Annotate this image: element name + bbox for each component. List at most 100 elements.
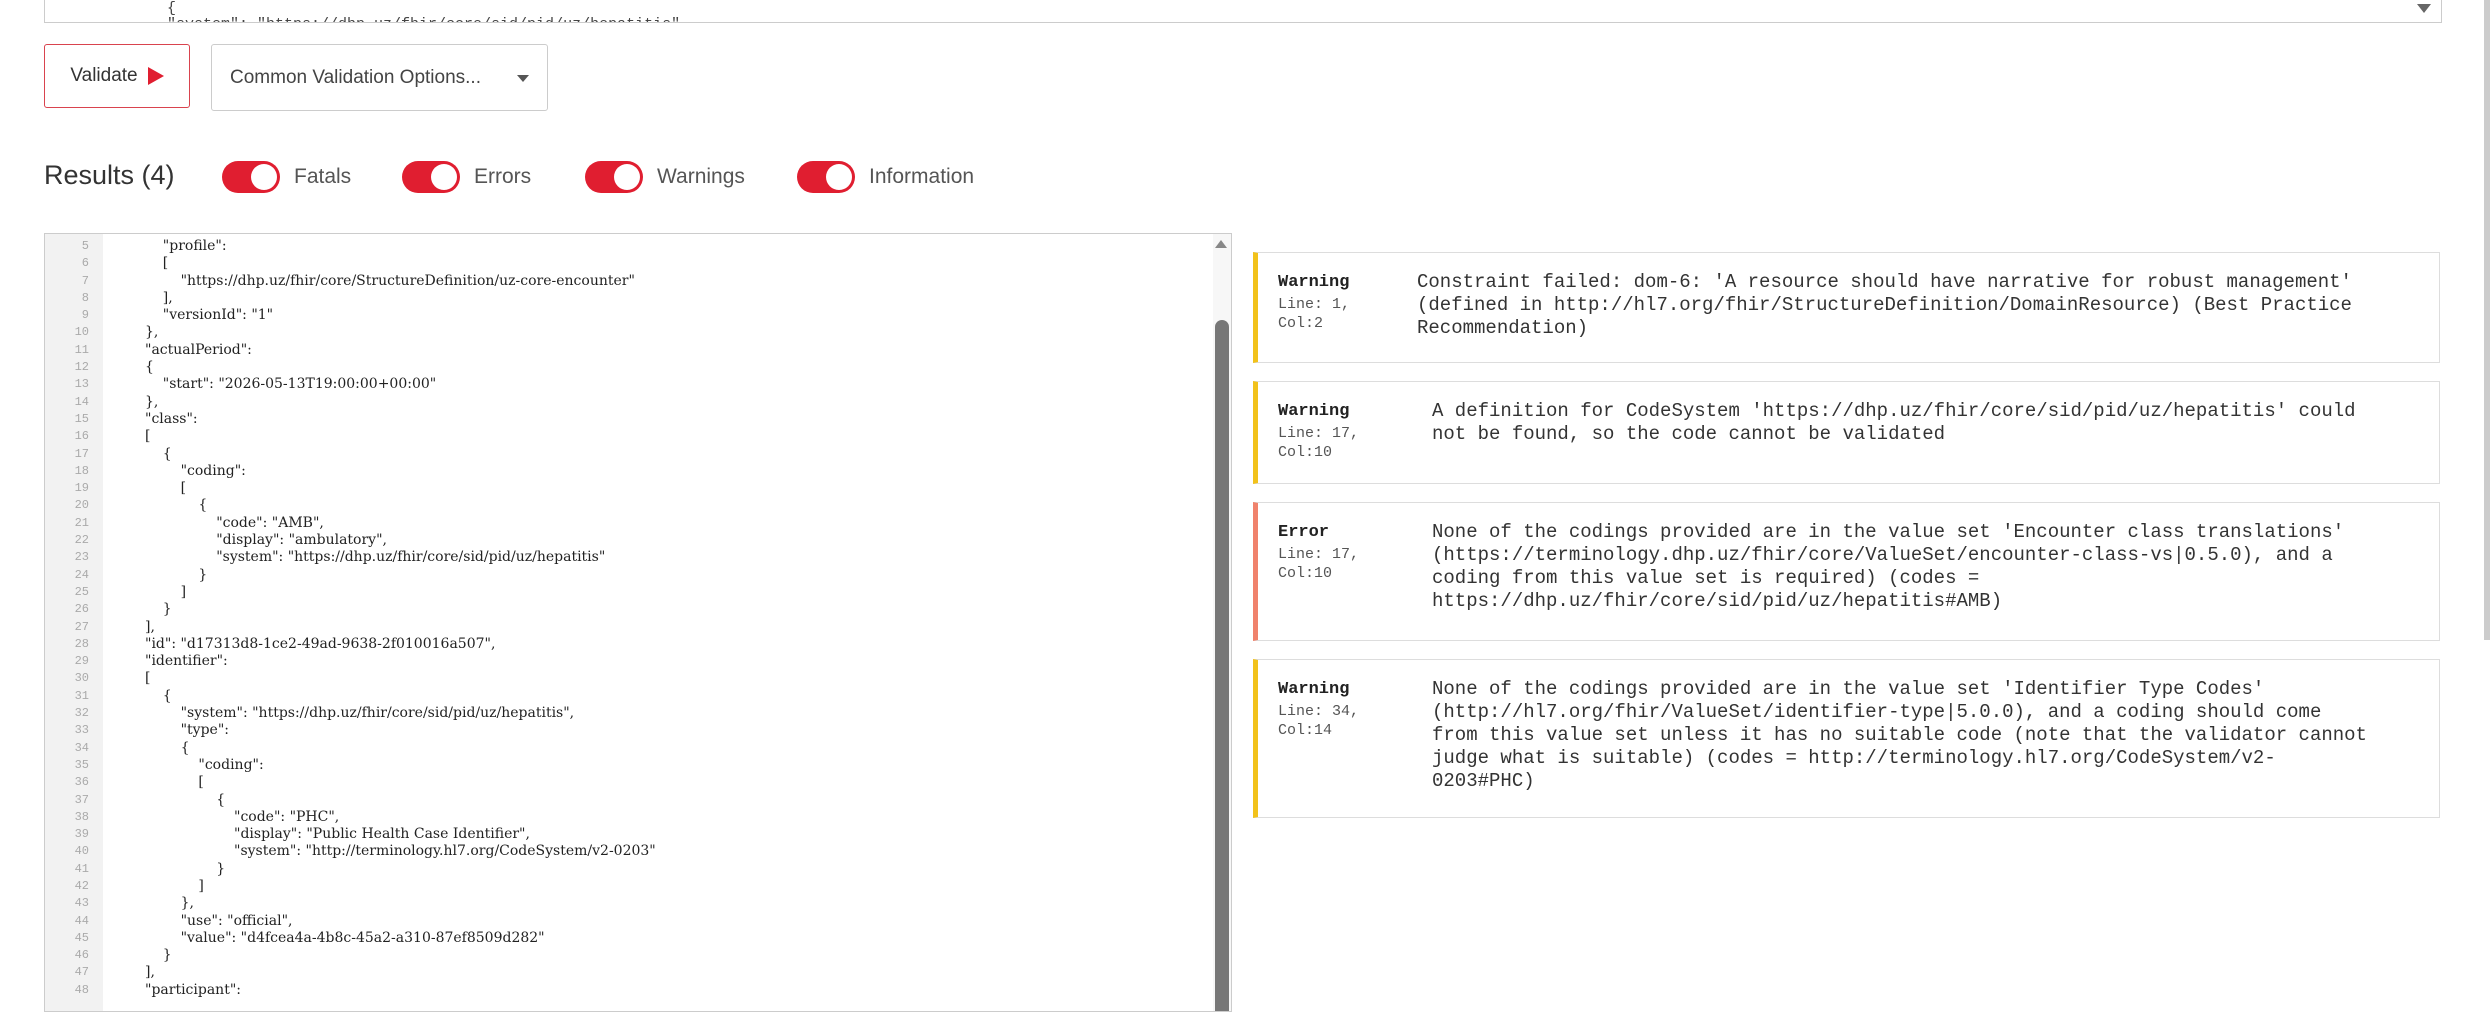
code-line: 47], [45,964,1231,981]
code-line: 34 { [45,740,1231,757]
code-line: 19 [ [45,480,1231,497]
line-text: "coding": [145,756,264,773]
line-text: "display": "Public Health Case Identifie… [145,826,530,843]
toggle-switch[interactable] [222,161,280,193]
line-text: "actualPeriod": [145,341,252,358]
code-line: 25 ] [45,584,1231,601]
code-line: 32 "system": "https://dhp.uz/fhir/core/s… [45,705,1231,722]
issue-location: Line: 34, Col:14 [1278,702,1388,740]
code-line: 33 "type": [45,722,1231,739]
line-text: }, [145,393,159,410]
line-number: 34 [74,740,89,755]
chevron-down-icon [517,75,529,82]
issue-card[interactable]: Error Line: 17, Col:10 None of the codings … [1253,502,2440,641]
filter-fatals[interactable]: Fatals [222,160,351,194]
scroll-down-icon[interactable] [2417,4,2431,13]
line-number: 35 [74,757,89,772]
line-number: 37 [74,792,89,807]
resource-editor-line: "system": "https://dhp.uz/fhir/core/sid/… [167,14,680,22]
scroll-thumb[interactable] [1215,320,1229,1011]
line-text: "versionId": "1" [145,307,274,324]
issue-line: Line: 17, [1278,425,1360,442]
code-viewer[interactable]: 5 "profile": 6 [7 "https://dhp.uz/fhir/co… [44,233,1232,1012]
line-text: } [145,566,208,583]
line-number: 47 [74,965,89,980]
line-text: [ [145,774,204,791]
issue-col: Col:2 [1278,315,1324,332]
line-number: 7 [81,273,89,288]
line-number: 46 [74,948,89,963]
issue-message: Constraint failed: dom-6: 'A resource sh… [1417,271,2352,339]
line-text: [ [145,428,151,445]
line-text: } [145,860,226,877]
line-number: 40 [74,844,89,859]
line-number: 29 [74,654,89,669]
issue-card[interactable]: Warning Line: 17, Col:10 A definition for C… [1253,381,2440,484]
toggle-switch[interactable] [797,161,855,193]
issue-card[interactable]: Warning Line: 1, Col:2 Constraint failed: d… [1253,252,2440,363]
issue-card[interactable]: Warning Line: 34, Col:14 None of the coding… [1253,659,2440,818]
code-line: 10}, [45,324,1231,341]
line-text: { [145,791,226,808]
validation-options-label: Common Validation Options... [230,66,481,88]
filter-information[interactable]: Information [797,160,974,194]
code-line: 30 [ [45,670,1231,687]
code-line: 15 "class": [45,411,1231,428]
line-number: 16 [74,429,89,444]
line-text: ], [145,964,155,981]
issue-message: A definition for CodeSystem 'https://dhp… [1432,400,2356,445]
resource-editor[interactable]: { "system": "https://dhp.uz/fhir/core/si… [44,0,2442,23]
line-number: 12 [74,360,89,375]
code-line: 21 "code": "AMB", [45,515,1231,532]
issue-level: Warning [1278,273,1350,292]
code-line: 44 "use": "official", [45,913,1231,930]
line-number: 33 [74,723,89,738]
line-number: 18 [74,463,89,478]
line-number: 13 [74,377,89,392]
issue-col: Col:10 [1278,565,1333,582]
issue-col: Col:10 [1278,444,1333,461]
page-scrollbar[interactable] [2484,0,2490,640]
line-number: 32 [74,706,89,721]
code-line: 26 } [45,601,1231,618]
toggle-switch[interactable] [585,161,643,193]
code-line: 43 }, [45,895,1231,912]
code-line: 8 ], [45,290,1231,307]
scrollbar[interactable] [1213,234,1231,1011]
filter-warnings[interactable]: Warnings [585,160,745,194]
line-number: 17 [74,446,89,461]
toggle-knob [251,164,277,190]
line-text: "system": "https://dhp.uz/fhir/core/sid/… [145,705,575,722]
line-number: 48 [74,982,89,997]
code-line: 37 { [45,792,1231,809]
line-text: ] [145,877,204,894]
issue-location: Line: 17, Col:10 [1278,545,1388,583]
line-text: ], [145,618,155,635]
code-line: 20 { [45,497,1231,514]
line-number: 39 [74,827,89,842]
line-text: "use": "official", [145,912,293,929]
line-number: 26 [74,602,89,617]
line-text: "start": "2026-05-13T19:00:00+00:00" [145,376,437,393]
code-line: 18 "coding": [45,463,1231,480]
line-number: 23 [74,550,89,565]
filter-errors[interactable]: Errors [402,160,531,194]
line-number: 5 [81,239,89,253]
issue-line: Line: 1, [1278,296,1351,313]
line-text: "identifier": [145,653,228,670]
code-line: 28 "id": "d17313d8-1ce2-49ad-9638-2f01001… [45,636,1231,653]
validation-options-select[interactable]: Common Validation Options... [211,44,548,111]
filter-label: Warnings [657,165,745,188]
results-title: Results (4) [44,160,175,190]
line-number: 28 [74,636,89,651]
line-number: 36 [74,775,89,790]
line-text: { [145,497,208,514]
toggle-switch[interactable] [402,161,460,193]
toggle-knob [431,164,457,190]
line-text: }, [145,895,194,912]
code-line: 41 } [45,861,1231,878]
line-text: "type": [145,722,229,739]
scroll-up-icon[interactable] [1215,240,1227,248]
validate-button[interactable]: Validate [44,44,190,108]
line-text: { [145,687,172,704]
